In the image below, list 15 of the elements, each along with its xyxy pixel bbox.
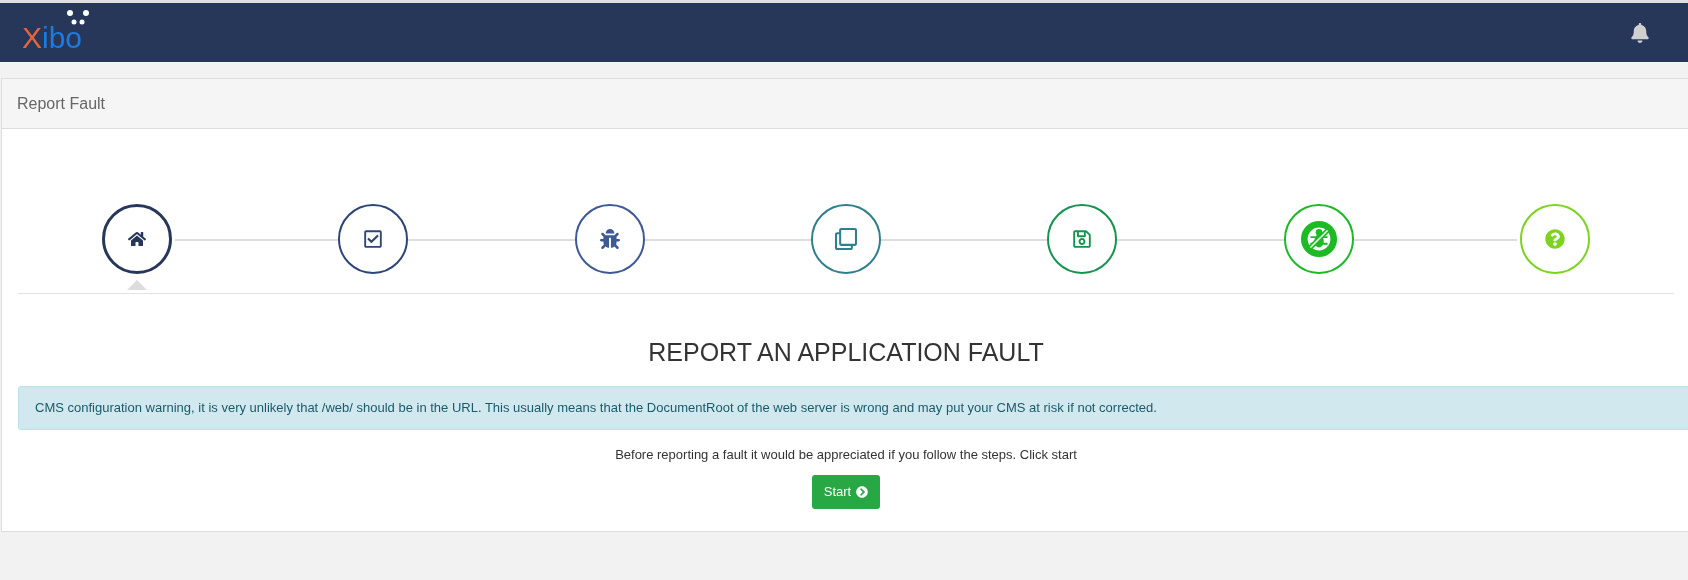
no-bug-icon [1299, 220, 1338, 258]
intro-text: Before reporting a fault it would be appreciated if you follow the steps. Click start [615, 445, 1077, 464]
current-step-marker [127, 280, 147, 290]
logo[interactable]: Xibo [22, 8, 94, 57]
alert-text: CMS configuration warning, it is very unlikely that /web/ should be in the URL. This usually means that the DocumentRoot of the web server is wrong and may put your CMS at risk if not corrected. [35, 398, 1157, 417]
home-icon [128, 230, 146, 248]
copy-icon [835, 228, 857, 250]
chevron-right-icon [856, 486, 869, 498]
checkbox-icon [363, 229, 384, 249]
bug-icon [599, 229, 620, 249]
notification-bell-icon[interactable] [1630, 22, 1650, 43]
start-button[interactable]: Start [811, 475, 881, 509]
help-icon [1544, 229, 1565, 249]
panel-title: Report Fault [17, 93, 106, 114]
page-heading: REPORT AN APPLICATION FAULT [648, 337, 1044, 368]
